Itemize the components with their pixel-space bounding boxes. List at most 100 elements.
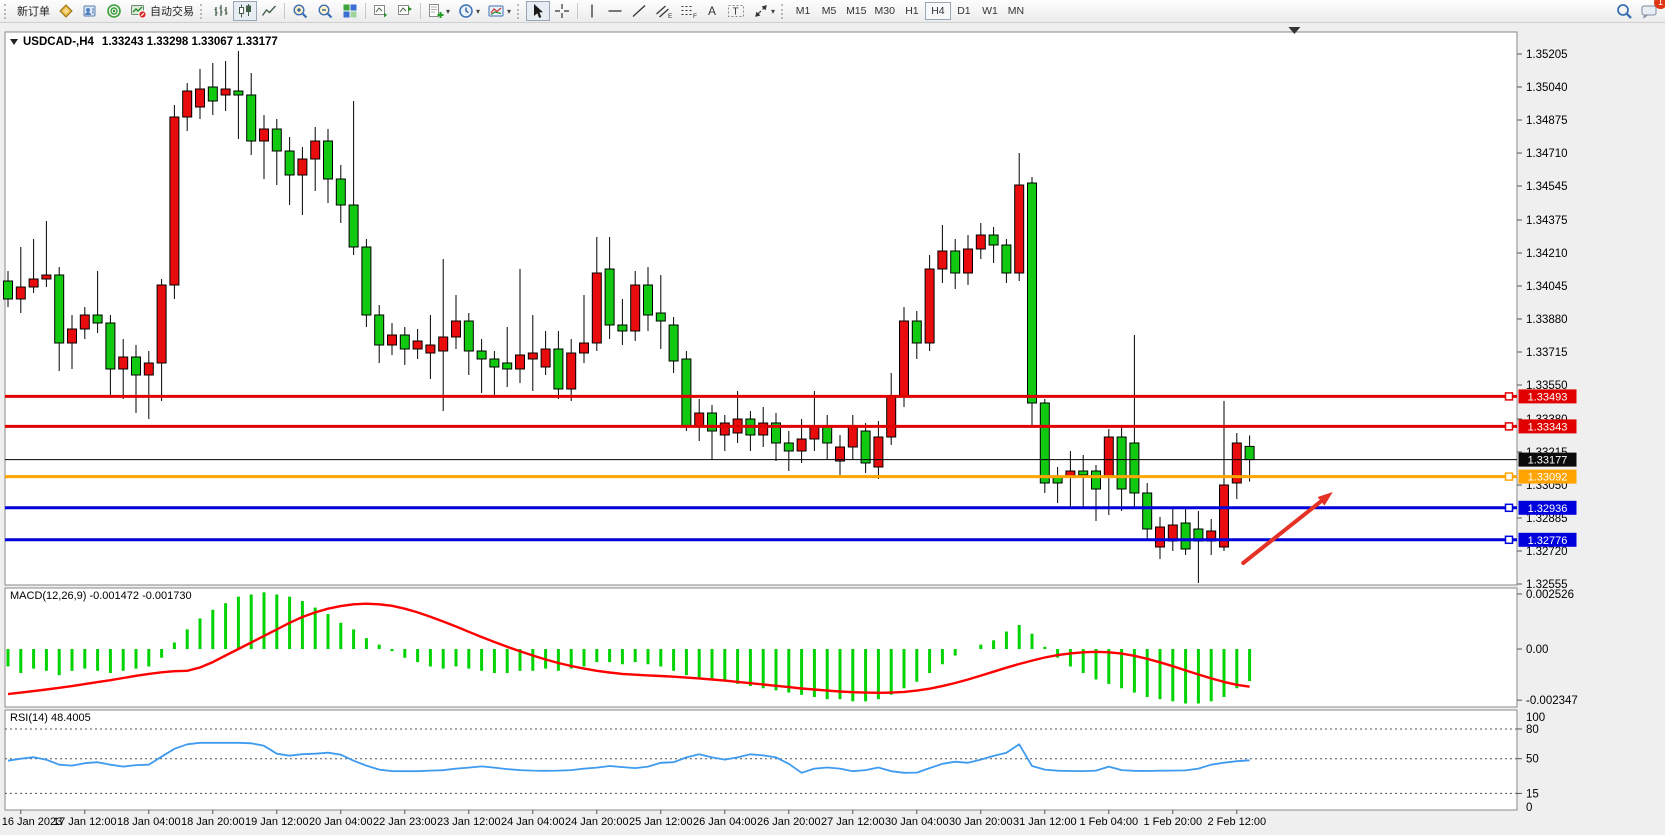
search-icon[interactable] (1612, 1, 1637, 21)
svg-text:26 Jan 20:00: 26 Jan 20:00 (757, 816, 821, 828)
timeframe-button-H4[interactable]: H4 (925, 2, 951, 20)
svg-text:30 Jan 20:00: 30 Jan 20:00 (949, 816, 1013, 828)
candle-13 (170, 117, 179, 285)
svg-text:1.34545: 1.34545 (1526, 181, 1568, 193)
svg-text:0.00: 0.00 (1526, 644, 1548, 656)
text-tool-icon[interactable]: A (701, 1, 723, 21)
new-order-button[interactable]: 新订单 (13, 1, 54, 21)
toolbar-grip[interactable] (781, 4, 786, 19)
template-icon[interactable]: ▾ (484, 1, 515, 21)
candle-43 (554, 349, 563, 389)
rsi-indicator-label: RSI(14) 48.4005 (10, 712, 91, 724)
price-badge-1.33092: 1.33092 (1519, 470, 1577, 484)
trading-terminal-window: 新订单 自动交易 (0, 0, 1665, 835)
candle-16 (208, 87, 217, 101)
candle-92 (1181, 523, 1190, 549)
svg-text:25 Jan 12:00: 25 Jan 12:00 (629, 816, 693, 828)
toolbar-separator (420, 3, 421, 19)
svg-text:1.32720: 1.32720 (1526, 546, 1568, 558)
svg-text:2 Feb 12:00: 2 Feb 12:00 (1207, 816, 1266, 828)
period-clock-icon[interactable]: ▾ (454, 1, 484, 21)
candle-28 (362, 247, 371, 315)
svg-text:1.34375: 1.34375 (1526, 215, 1568, 227)
svg-text:27 Jan 12:00: 27 Jan 12:00 (821, 816, 885, 828)
toolbar: 新订单 自动交易 (0, 0, 1665, 23)
cursor-tool-icon[interactable] (526, 1, 550, 21)
price-badge-1.32776: 1.32776 (1519, 533, 1577, 547)
svg-text:1 Feb 04:00: 1 Feb 04:00 (1079, 816, 1138, 828)
candle-22 (285, 151, 294, 175)
svg-text:0.002526: 0.002526 (1526, 589, 1574, 601)
candle-71 (912, 321, 921, 343)
fibo-sub-label: F (693, 13, 697, 19)
candle-55 (708, 413, 717, 431)
candle-18 (234, 91, 243, 95)
candle-50 (644, 285, 653, 315)
navigator-icon[interactable] (102, 1, 126, 21)
chart-canvas[interactable]: 1.352051.350401.348751.347101.345451.343… (0, 0, 1665, 835)
candle-8 (106, 323, 115, 369)
chart-shift-icon[interactable] (393, 1, 417, 21)
toolbar-grip[interactable] (200, 4, 205, 19)
candle-48 (618, 325, 627, 331)
auto-scroll-icon[interactable] (369, 1, 393, 21)
candle-68 (874, 437, 883, 467)
svg-text:18 Jan 04:00: 18 Jan 04:00 (117, 816, 181, 828)
candle-63 (810, 427, 819, 439)
timeframe-button-MN[interactable]: MN (1003, 2, 1029, 20)
svg-text:1.33092: 1.33092 (1528, 472, 1568, 484)
horizontal-line-tool-icon[interactable] (603, 1, 627, 21)
svg-text:1.34710: 1.34710 (1526, 148, 1568, 160)
zoom-in-icon[interactable] (288, 1, 313, 21)
timeframe-button-M30[interactable]: M30 (871, 2, 899, 20)
svg-text:20 Jan 04:00: 20 Jan 04:00 (309, 816, 373, 828)
timeframe-button-M1[interactable]: M1 (790, 2, 816, 20)
svg-text:0: 0 (1526, 802, 1532, 814)
trendline-tool-icon[interactable] (627, 1, 651, 21)
timeframe-button-D1[interactable]: D1 (951, 2, 977, 20)
svg-text:80: 80 (1526, 724, 1539, 736)
svg-text:1 Feb 20:00: 1 Feb 20:00 (1143, 816, 1202, 828)
tile-windows-icon[interactable] (338, 1, 362, 21)
candle-30 (388, 335, 397, 345)
svg-text:-0.002347: -0.002347 (1526, 695, 1578, 707)
candle-90 (1156, 527, 1165, 547)
candlestick-chart-type-icon[interactable] (233, 1, 257, 21)
vertical-line-tool-icon[interactable] (581, 1, 603, 21)
candle-95 (1220, 485, 1229, 547)
candle-12 (157, 285, 166, 363)
candle-52 (669, 325, 678, 361)
candle-76 (976, 235, 985, 249)
timeframe-button-M5[interactable]: M5 (816, 2, 842, 20)
toolbar-grip[interactable] (4, 4, 9, 19)
chart-collapse-icon[interactable] (10, 39, 18, 45)
auto-trading-label: 自动交易 (150, 3, 194, 19)
candle-37 (477, 351, 486, 359)
candle-74 (951, 251, 960, 273)
fibonacci-tool-icon[interactable]: F (676, 1, 701, 21)
timeframe-group: M1M5M15M30H1H4D1W1MN (790, 2, 1029, 20)
bar-chart-type-icon[interactable] (209, 1, 233, 21)
notification-badge[interactable]: 1 (1654, 0, 1665, 9)
toolbar-grip[interactable] (517, 4, 522, 19)
candle-27 (349, 205, 358, 247)
data-window-icon[interactable] (78, 1, 102, 21)
arrows-tool-icon[interactable]: ▾ (749, 1, 779, 21)
auto-trading-button[interactable]: 自动交易 (126, 1, 198, 21)
svg-text:26 Jan 04:00: 26 Jan 04:00 (693, 816, 757, 828)
crosshair-tool-icon[interactable] (550, 1, 574, 21)
zoom-out-icon[interactable] (313, 1, 338, 21)
candle-1 (16, 287, 25, 299)
candle-88 (1130, 443, 1139, 493)
timeframe-button-W1[interactable]: W1 (977, 2, 1003, 20)
equidistant-channel-tool-icon[interactable]: E (651, 1, 676, 21)
symbol-title: USDCAD-,H4 (23, 36, 94, 48)
timeframe-button-H1[interactable]: H1 (899, 2, 925, 20)
timeframe-button-M15[interactable]: M15 (842, 2, 870, 20)
new-chart-icon[interactable]: ▾ (424, 1, 454, 21)
text-label-tool-icon[interactable]: T (723, 1, 749, 21)
t-label: T (733, 7, 739, 18)
market-watch-icon[interactable] (54, 1, 78, 21)
svg-text:1.33177: 1.33177 (1528, 455, 1568, 467)
line-chart-type-icon[interactable] (257, 1, 281, 21)
